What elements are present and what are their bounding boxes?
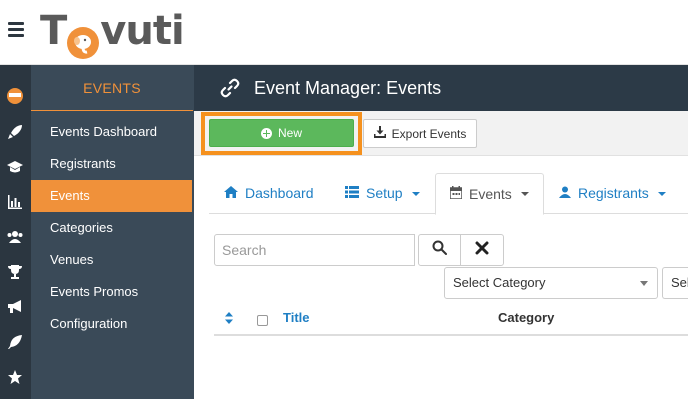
second-filter-value: Sel xyxy=(671,275,688,290)
sidebar-item-registrants[interactable]: Registrants xyxy=(31,148,194,180)
chevron-down-icon xyxy=(640,281,648,286)
page-title-bar: Event Manager: Events xyxy=(194,65,688,111)
tab-registrants[interactable]: Registrants xyxy=(559,173,666,214)
export-events-label: Export Events xyxy=(391,126,467,141)
rocket-icon[interactable] xyxy=(5,122,25,142)
search-button[interactable] xyxy=(418,234,461,266)
column-header-title[interactable]: Title xyxy=(283,310,310,325)
second-filter-select[interactable]: Sel xyxy=(662,267,688,299)
plus-circle-icon xyxy=(260,127,272,139)
calendar-icon xyxy=(449,174,463,215)
tovuti-logo[interactable]: T vuti xyxy=(40,6,185,59)
top-header: T vuti xyxy=(0,0,688,65)
hamburger-menu-icon[interactable] xyxy=(8,22,24,38)
bullhorn-icon[interactable] xyxy=(5,297,25,317)
sidebar-item-venues[interactable]: Venues xyxy=(31,244,194,276)
sidebar-item-events[interactable]: Events xyxy=(31,180,192,212)
sort-icon[interactable] xyxy=(224,311,234,325)
column-header-category: Category xyxy=(498,310,555,325)
list-icon xyxy=(345,173,359,214)
sidebar-item-events-dashboard[interactable]: Events Dashboard xyxy=(31,116,194,148)
select-all-checkbox[interactable] xyxy=(257,315,268,326)
trophy-icon[interactable] xyxy=(5,262,25,282)
chevron-down-icon xyxy=(411,191,420,196)
feather-icon[interactable] xyxy=(5,332,25,352)
logo-text-left: T xyxy=(40,8,67,54)
new-button[interactable]: New xyxy=(209,119,354,147)
search-input[interactable] xyxy=(214,234,415,266)
star-icon[interactable] xyxy=(5,367,25,387)
user-icon xyxy=(559,173,571,214)
tab-events-label: Events xyxy=(469,185,512,202)
icon-rail xyxy=(0,65,31,399)
tab-registrants-label: Registrants xyxy=(578,185,649,201)
graduation-cap-icon[interactable] xyxy=(5,157,25,177)
tab-bar: Dashboard Setup Events Registrants xyxy=(209,173,688,215)
export-events-button[interactable]: Export Events xyxy=(363,119,477,148)
tab-events[interactable]: Events xyxy=(435,173,544,215)
category-select-value: Select Category xyxy=(453,275,546,290)
clear-search-button[interactable] xyxy=(460,234,504,266)
elephant-logo-icon xyxy=(67,27,100,59)
sidebar-item-categories[interactable]: Categories xyxy=(31,212,194,244)
close-icon xyxy=(475,241,489,260)
new-button-label: New xyxy=(277,126,302,140)
category-select[interactable]: Select Category xyxy=(444,267,658,299)
chevron-down-icon xyxy=(520,192,529,196)
sidebar-title: EVENTS xyxy=(31,65,193,111)
tab-setup-label: Setup xyxy=(366,185,403,201)
table-header: Title Category xyxy=(214,302,688,336)
search-icon xyxy=(432,240,447,260)
home-icon xyxy=(224,173,238,214)
download-icon xyxy=(373,126,386,141)
sidebar-item-configuration[interactable]: Configuration xyxy=(31,308,194,340)
link-icon xyxy=(220,78,240,103)
tab-dashboard[interactable]: Dashboard xyxy=(224,173,314,214)
chevron-down-icon xyxy=(657,191,666,196)
sidebar-menu: EVENTS Events Dashboard Registrants Even… xyxy=(31,65,194,399)
user-avatar-icon[interactable] xyxy=(5,86,25,106)
sidebar-item-events-promos[interactable]: Events Promos xyxy=(31,276,194,308)
page-title: Event Manager: Events xyxy=(254,78,442,98)
users-icon[interactable] xyxy=(5,227,25,247)
tab-setup[interactable]: Setup xyxy=(345,173,420,214)
logo-text-right: vuti xyxy=(100,8,184,54)
bar-chart-icon[interactable] xyxy=(5,192,25,212)
tab-dashboard-label: Dashboard xyxy=(245,185,314,201)
